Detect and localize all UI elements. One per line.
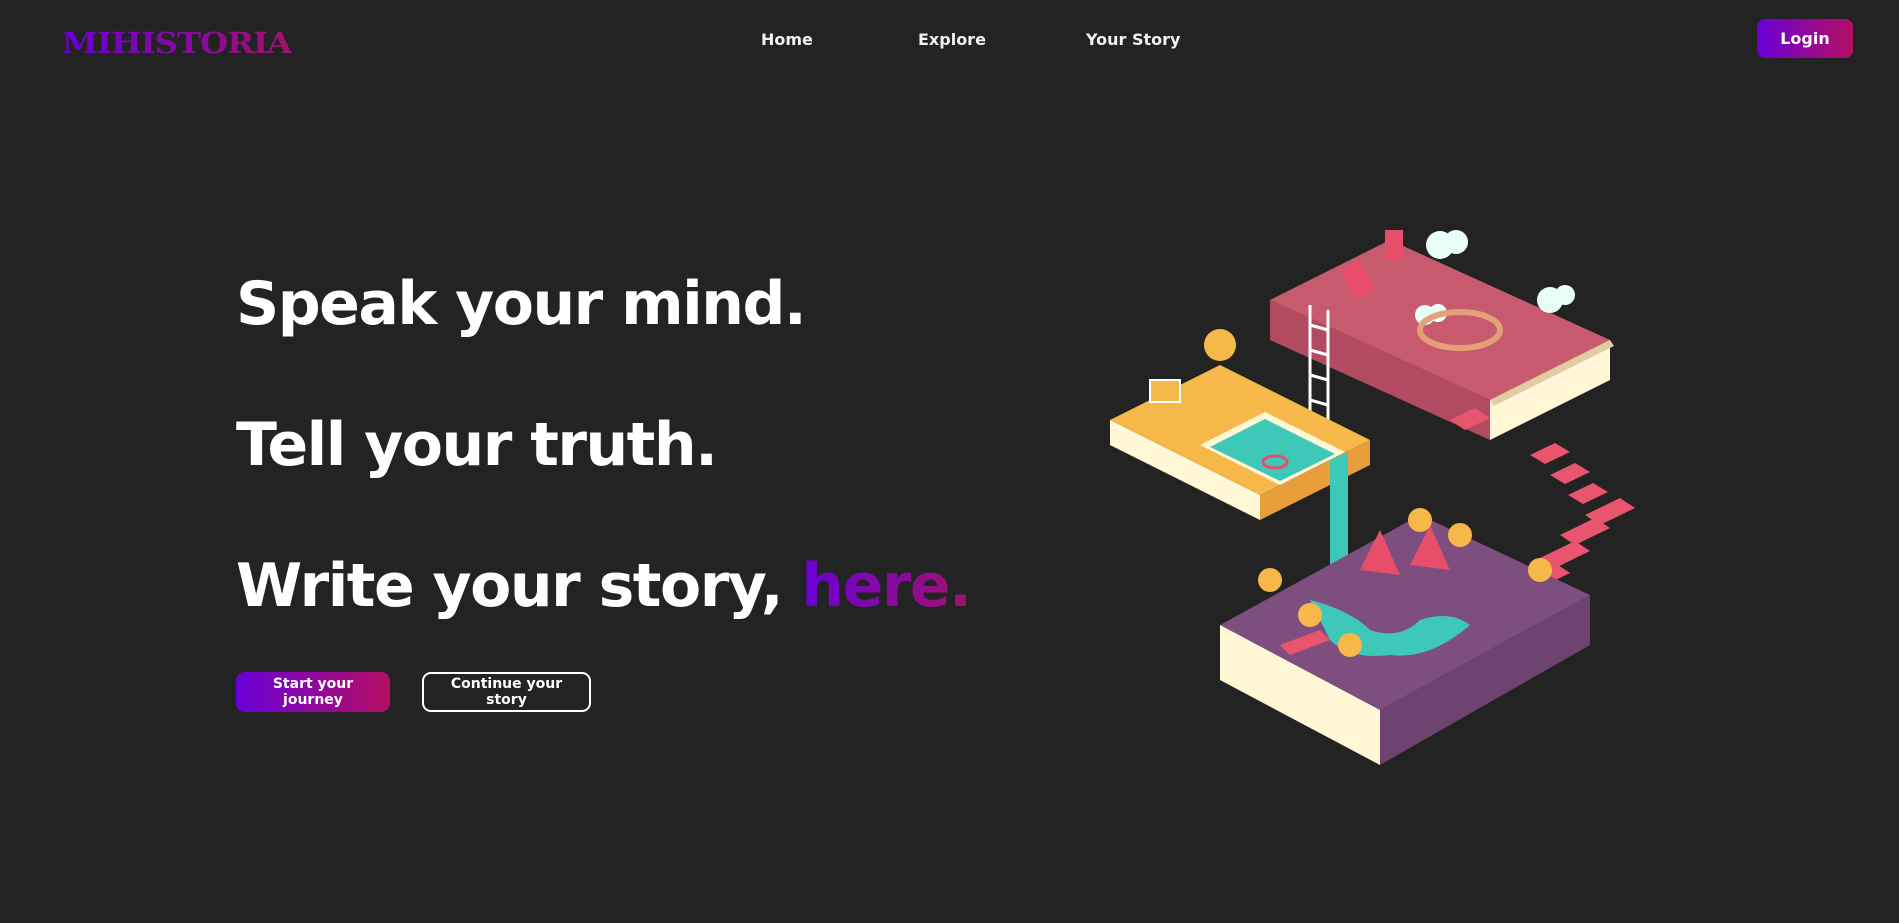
continue-story-button[interactable]: Continue your story (422, 672, 591, 712)
hero-highlight: here. (801, 551, 971, 621)
isometric-books-illustration (1110, 230, 1635, 765)
main-nav: Home Explore Your Story (0, 28, 1899, 52)
login-button[interactable]: Login (1757, 19, 1853, 58)
hero-line-2: Tell your truth. (236, 410, 718, 480)
pink-book-illustration (1270, 230, 1614, 440)
hero-line-1: Speak your mind. (236, 269, 807, 339)
nav-explore-link[interactable]: Explore (918, 28, 986, 52)
hero-line-3-prefix: Write your story, (236, 551, 802, 621)
nav-home-link[interactable]: Home (761, 28, 813, 52)
nav-your-story-link[interactable]: Your Story (1086, 28, 1180, 52)
purple-book-illustration (1220, 508, 1590, 765)
start-journey-button[interactable]: Start your journey (236, 672, 390, 712)
hero-line-3: Write your story, here. (236, 550, 972, 622)
